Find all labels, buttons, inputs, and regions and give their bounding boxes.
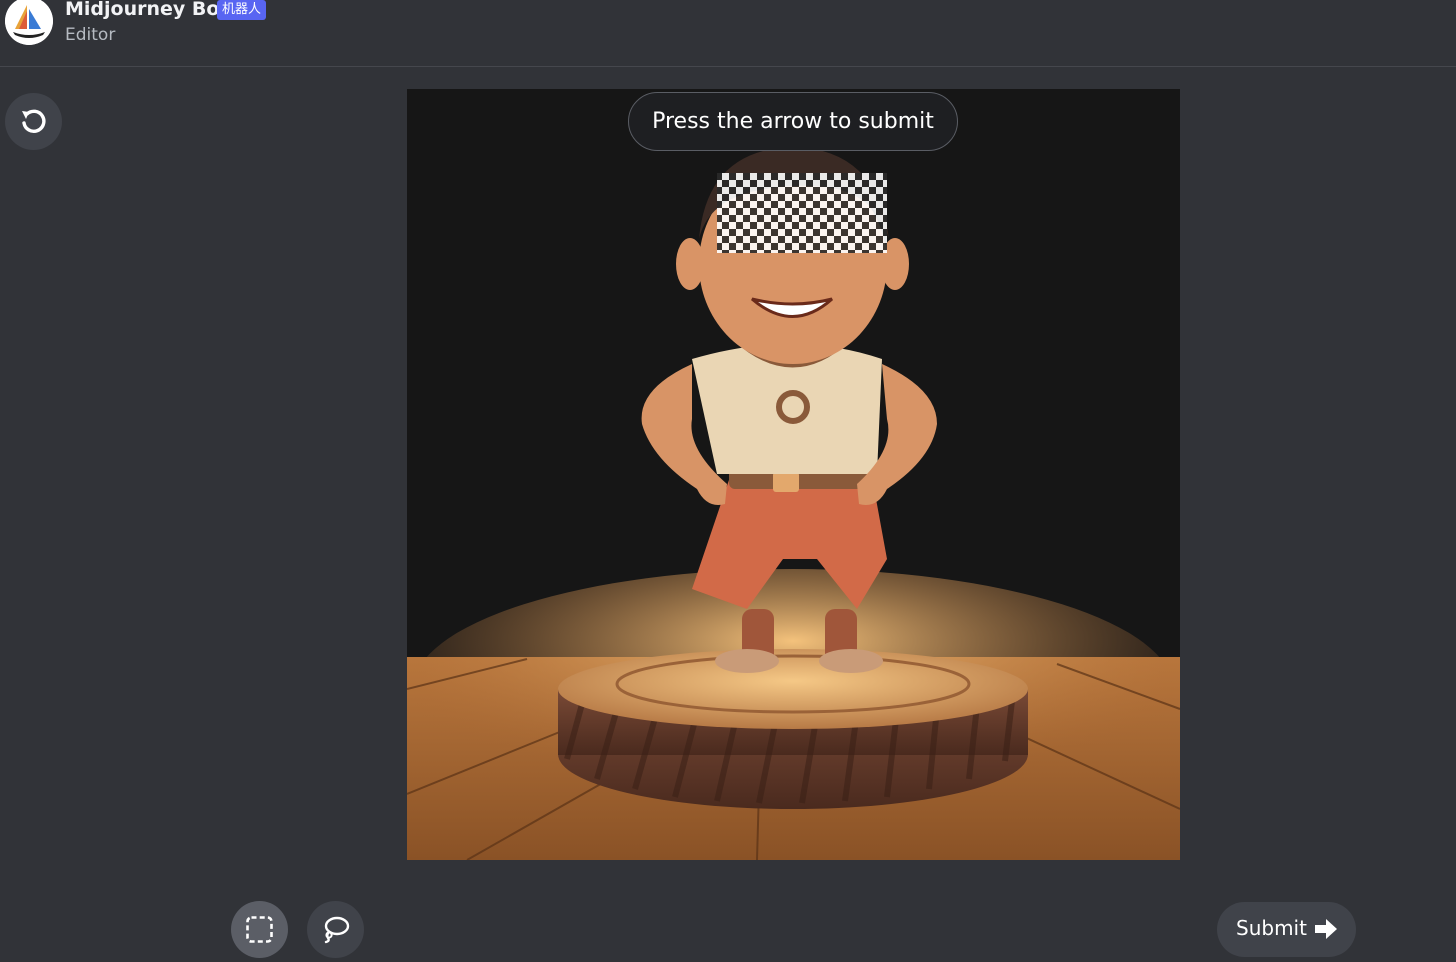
undo-button[interactable] [5, 93, 62, 150]
bot-badge: 机器人 [217, 0, 267, 20]
arrow-right-icon [1315, 919, 1337, 939]
editor-header: Midjourney Bot 机器人 Editor [0, 0, 1456, 67]
midjourney-avatar[interactable] [5, 0, 53, 45]
submit-button[interactable]: Submit [1217, 902, 1356, 957]
image-canvas[interactable] [407, 89, 1180, 860]
sailboat-logo-icon [5, 0, 53, 45]
rectangle-select-button[interactable] [231, 901, 288, 958]
bot-name[interactable]: Midjourney Bot [65, 0, 229, 20]
submit-label: Submit [1236, 916, 1307, 940]
lasso-select-button[interactable] [307, 901, 364, 958]
figurine-image [407, 89, 1180, 860]
submit-hint-tooltip: Press the arrow to submit [628, 92, 958, 151]
editor-subtitle: Editor [65, 25, 116, 45]
rectangle-select-icon [246, 916, 273, 943]
lasso-icon [324, 916, 350, 944]
undo-icon [22, 109, 46, 133]
